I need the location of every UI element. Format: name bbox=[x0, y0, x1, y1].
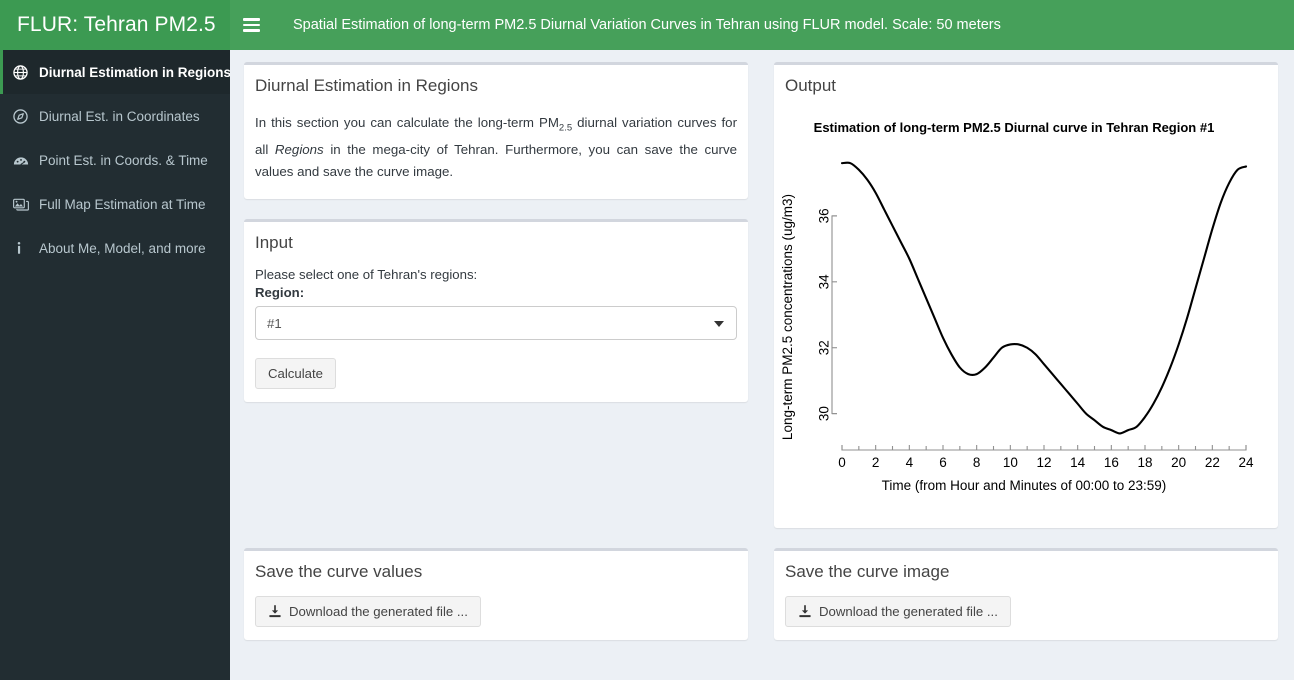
sidebar-item-label: Point Est. in Coords. & Time bbox=[39, 152, 208, 168]
app-root: FLUR: Tehran PM2.5 Spatial Estimation of… bbox=[0, 0, 1294, 680]
top-row: Diurnal Estimation in Regions In this se… bbox=[244, 62, 1280, 548]
save-image-box-body: Download the generated file ... bbox=[774, 586, 1278, 640]
hamburger-icon[interactable] bbox=[230, 0, 272, 50]
intro-box-body: In this section you can calculate the lo… bbox=[244, 112, 748, 199]
diurnal-curve-chart: Estimation of long-term PM2.5 Diurnal cu… bbox=[774, 102, 1254, 502]
sidebar-item-label: Full Map Estimation at Time bbox=[39, 196, 206, 212]
intro-text-part3: in the mega-city of Tehran. Furthermore,… bbox=[255, 142, 737, 179]
images-icon bbox=[13, 197, 39, 212]
navbar-title: Spatial Estimation of long-term PM2.5 Di… bbox=[293, 17, 1001, 33]
svg-text:30: 30 bbox=[817, 406, 832, 421]
chart-y-axis-label: Long-term PM2.5 concentrations (ug/m3) bbox=[780, 194, 795, 440]
input-box-title: Input bbox=[255, 233, 293, 253]
download-icon bbox=[268, 604, 282, 619]
intro-text-subscript: 2.5 bbox=[558, 122, 573, 134]
gauge-icon bbox=[13, 153, 39, 168]
save-values-box-header: Save the curve values bbox=[244, 551, 748, 586]
region-helper-text: Please select one of Tehran's regions: bbox=[255, 267, 478, 283]
chart-x-axis-label: Time (from Hour and Minutes of 00:00 to … bbox=[882, 478, 1167, 493]
input-box-body: Please select one of Tehran's regions: R… bbox=[244, 267, 748, 402]
svg-text:2: 2 bbox=[872, 455, 880, 470]
intro-box-header: Diurnal Estimation in Regions bbox=[244, 65, 748, 100]
output-box-title: Output bbox=[785, 76, 837, 95]
sidebar-item-full-map-estimation-at-time[interactable]: Full Map Estimation at Time bbox=[0, 182, 230, 226]
output-box-header: Output bbox=[774, 65, 1278, 100]
right-column: Output Estimation of long-term PM2.5 Diu… bbox=[774, 62, 1278, 548]
content-area: Diurnal Estimation in Regions In this se… bbox=[230, 50, 1294, 680]
save-image-box: Save the curve image Download the genera… bbox=[774, 548, 1278, 640]
bottom-row: Save the curve values Download the gener… bbox=[244, 548, 1280, 660]
download-image-label: Download the generated file ... bbox=[819, 604, 998, 619]
svg-text:36: 36 bbox=[817, 208, 832, 223]
sidebar-item-point-est-in-coords-time[interactable]: Point Est. in Coords. & Time bbox=[0, 138, 230, 182]
download-values-button[interactable]: Download the generated file ... bbox=[255, 596, 481, 627]
compass-icon bbox=[13, 108, 39, 124]
left-column: Diurnal Estimation in Regions In this se… bbox=[244, 62, 748, 548]
save-values-box: Save the curve values Download the gener… bbox=[244, 548, 748, 640]
sidebar: Diurnal Estimation in Regions Diurnal Es… bbox=[0, 50, 232, 680]
input-box-header: Input bbox=[244, 222, 748, 257]
info-icon bbox=[13, 241, 39, 256]
save-values-column: Save the curve values Download the gener… bbox=[244, 548, 748, 660]
svg-text:32: 32 bbox=[817, 340, 832, 355]
sidebar-item-label: Diurnal Est. in Coordinates bbox=[39, 108, 200, 124]
intro-paragraph: In this section you can calculate the lo… bbox=[255, 112, 737, 182]
download-icon bbox=[798, 604, 812, 619]
output-box-body: Estimation of long-term PM2.5 Diurnal cu… bbox=[774, 100, 1278, 508]
intro-text-part1: In this section you can calculate the lo… bbox=[255, 115, 559, 130]
sidebar-item-diurnal-est-in-coordinates[interactable]: Diurnal Est. in Coordinates bbox=[0, 94, 230, 138]
svg-text:34: 34 bbox=[817, 274, 832, 290]
intro-box-title: Diurnal Estimation in Regions bbox=[255, 76, 478, 95]
download-image-button[interactable]: Download the generated file ... bbox=[785, 596, 1011, 627]
download-values-label: Download the generated file ... bbox=[289, 604, 468, 619]
sidebar-item-diurnal-estimation-in-regions[interactable]: Diurnal Estimation in Regions bbox=[0, 50, 232, 94]
sidebar-item-label: About Me, Model, and more bbox=[39, 240, 206, 256]
svg-text:6: 6 bbox=[939, 455, 947, 470]
save-image-box-title: Save the curve image bbox=[785, 562, 950, 581]
region-field-label: Region: bbox=[255, 285, 305, 301]
brand-logo[interactable]: FLUR: Tehran PM2.5 bbox=[0, 0, 230, 50]
svg-text:4: 4 bbox=[906, 455, 914, 470]
svg-text:0: 0 bbox=[838, 455, 846, 470]
save-values-box-title: Save the curve values bbox=[255, 562, 423, 581]
svg-text:10: 10 bbox=[1003, 455, 1018, 470]
output-box: Output Estimation of long-term PM2.5 Diu… bbox=[774, 62, 1278, 528]
sidebar-item-label: Diurnal Estimation in Regions bbox=[39, 64, 232, 80]
svg-text:8: 8 bbox=[973, 455, 981, 470]
svg-text:24: 24 bbox=[1238, 455, 1254, 470]
save-values-box-body: Download the generated file ... bbox=[244, 586, 748, 640]
region-select-value: #1 bbox=[267, 315, 282, 331]
region-select[interactable]: #1 bbox=[255, 306, 737, 341]
chevron-down-icon bbox=[714, 321, 724, 328]
svg-text:14: 14 bbox=[1070, 455, 1086, 470]
intro-box: Diurnal Estimation in Regions In this se… bbox=[244, 62, 748, 200]
calculate-button[interactable]: Calculate bbox=[255, 358, 336, 390]
svg-text:20: 20 bbox=[1171, 455, 1186, 470]
svg-text:12: 12 bbox=[1036, 455, 1051, 470]
svg-text:22: 22 bbox=[1205, 455, 1220, 470]
save-image-column: Save the curve image Download the genera… bbox=[774, 548, 1278, 660]
globe-icon bbox=[13, 64, 39, 80]
intro-text-italic: Regions bbox=[274, 142, 324, 158]
svg-text:16: 16 bbox=[1104, 455, 1119, 470]
navbar: Spatial Estimation of long-term PM2.5 Di… bbox=[230, 0, 1294, 50]
chart-title: Estimation of long-term PM2.5 Diurnal cu… bbox=[814, 120, 1215, 135]
top-bar: FLUR: Tehran PM2.5 Spatial Estimation of… bbox=[0, 0, 1294, 50]
calculate-button-label: Calculate bbox=[268, 366, 323, 382]
svg-text:18: 18 bbox=[1137, 455, 1152, 470]
save-image-box-header: Save the curve image bbox=[774, 551, 1278, 586]
input-box: Input Please select one of Tehran's regi… bbox=[244, 219, 748, 403]
sidebar-item-about-me-model-and-more[interactable]: About Me, Model, and more bbox=[0, 226, 230, 270]
